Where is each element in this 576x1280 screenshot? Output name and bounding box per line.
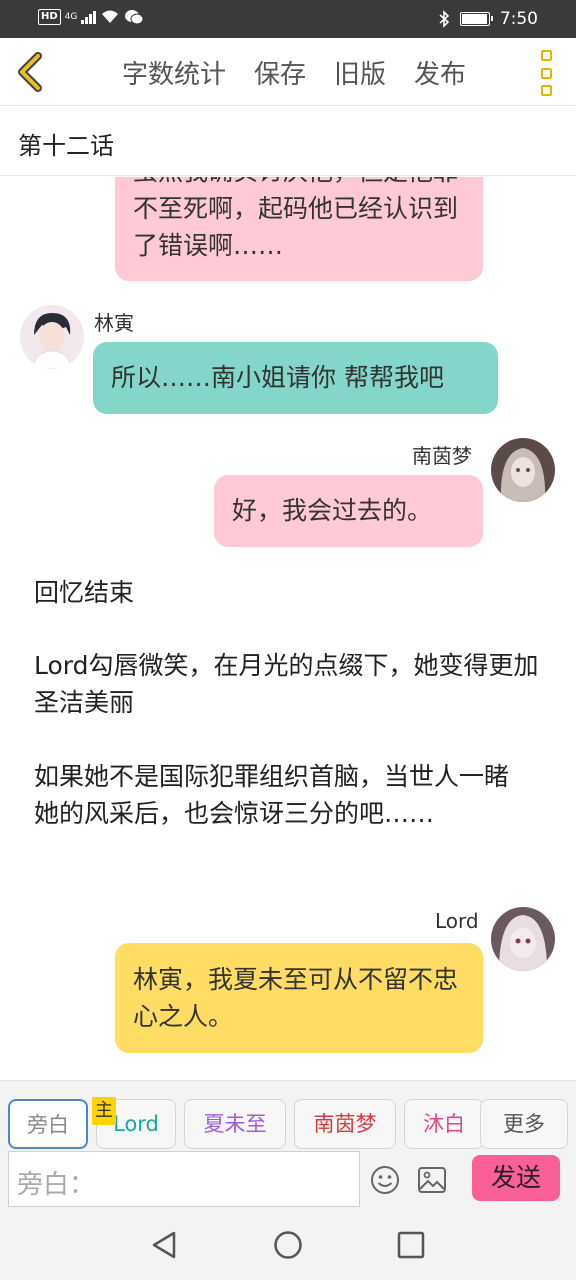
narration-text[interactable]: 如果她不是国际犯罪组织首脑，当世人一睹她的风采后，也会惊讶三分的吧…… xyxy=(34,758,514,832)
navigation-bar xyxy=(0,1210,576,1280)
message-bubble[interactable]: 所以……南小姐请你 帮帮我吧 xyxy=(93,342,498,414)
story-content[interactable]: 虽然我确实讨厌他，但是他罪不至死啊，起码他已经认识到了错误啊…… 林寅 所以……… xyxy=(0,177,576,1080)
save-button[interactable]: 保存 xyxy=(240,54,320,91)
input-placeholder: 旁白： xyxy=(17,1170,96,1200)
avatar-linyin[interactable] xyxy=(20,305,84,369)
avatar-lord[interactable] xyxy=(491,907,555,971)
more-vertical-icon[interactable] xyxy=(538,50,554,96)
message-text: 林寅，我夏未至可从不留不忠心之人。 xyxy=(133,965,459,1031)
signal-icon xyxy=(81,10,97,24)
toolbar-actions: 字数统计 保存 旧版 发布 xyxy=(108,38,480,106)
sender-name: 南茵梦 xyxy=(412,444,472,468)
role-label: 夏未至 xyxy=(203,1112,267,1136)
send-button[interactable]: 发送 xyxy=(472,1155,560,1201)
message-bubble[interactable]: 虽然我确实讨厌他，但是他罪不至死啊，起码他已经认识到了错误啊…… xyxy=(115,177,483,281)
role-mubai[interactable]: 沐白 xyxy=(404,1099,484,1149)
boy-avatar-icon xyxy=(20,305,84,369)
image-icon[interactable] xyxy=(417,1166,447,1194)
status-bar: HD 4G 7:50 xyxy=(0,0,576,38)
nav-home-icon[interactable] xyxy=(273,1230,303,1260)
hd-badge: HD xyxy=(38,9,61,25)
battery-icon xyxy=(459,12,493,26)
more-roles-button[interactable]: 更多 xyxy=(480,1099,568,1149)
wechat-icon xyxy=(125,10,144,25)
old-version-button[interactable]: 旧版 xyxy=(320,54,400,91)
bluetooth-icon xyxy=(439,10,449,28)
nav-back-icon[interactable] xyxy=(150,1230,180,1260)
role-xiaweizhi[interactable]: 夏未至 xyxy=(184,1099,286,1149)
sender-name: Lord xyxy=(435,909,479,933)
message-input[interactable]: 旁白： xyxy=(8,1151,360,1207)
more-label: 更多 xyxy=(503,1112,545,1136)
chapter-title[interactable]: 第十二话 xyxy=(18,126,114,161)
nav-recents-icon[interactable] xyxy=(396,1230,426,1260)
host-tag: 主 xyxy=(92,1097,116,1125)
word-count-button[interactable]: 字数统计 xyxy=(108,54,240,91)
avatar-nanyinmeng[interactable] xyxy=(491,438,555,502)
publish-button[interactable]: 发布 xyxy=(400,54,480,91)
role-nanyinmeng[interactable]: 南茵梦 xyxy=(294,1099,396,1149)
narration-text[interactable]: Lord勾唇微笑，在月光的点缀下，她变得更加圣洁美丽 xyxy=(34,647,544,721)
wifi-icon xyxy=(102,10,119,23)
status-right: 7:50 xyxy=(438,9,538,29)
clock: 7:50 xyxy=(499,9,538,29)
girl-avatar-icon xyxy=(491,438,555,502)
top-toolbar: 字数统计 保存 旧版 发布 xyxy=(0,38,576,106)
role-label: Lord xyxy=(113,1112,159,1136)
status-left: HD 4G xyxy=(38,9,144,25)
chapter-header: 第十二话 xyxy=(0,106,576,176)
message-text: 虽然我确实讨厌他，但是他罪不至死啊，起码他已经认识到了错误啊…… xyxy=(133,177,459,260)
role-label: 南茵梦 xyxy=(313,1112,377,1136)
message-bubble[interactable]: 好，我会过去的。 xyxy=(214,475,483,547)
composer-panel: 旁白 Lord 主 夏未至 南茵梦 沐白 更多 旁白： 发送 xyxy=(0,1080,576,1210)
narration-text[interactable]: 回忆结束 xyxy=(34,574,544,611)
back-arrow-icon[interactable] xyxy=(12,52,52,92)
sender-name: 林寅 xyxy=(94,311,134,335)
message-text: 所以……南小姐请你 帮帮我吧 xyxy=(111,363,444,392)
role-label: 沐白 xyxy=(423,1112,465,1136)
girl-avatar-icon xyxy=(491,907,555,971)
message-text: 好，我会过去的。 xyxy=(232,496,433,525)
network-type: 4G xyxy=(64,11,78,22)
message-bubble[interactable]: 林寅，我夏未至可从不留不忠心之人。 xyxy=(115,943,483,1053)
role-narrator[interactable]: 旁白 xyxy=(8,1099,88,1149)
role-label: 旁白 xyxy=(27,1113,69,1137)
emoji-icon[interactable] xyxy=(370,1165,400,1195)
